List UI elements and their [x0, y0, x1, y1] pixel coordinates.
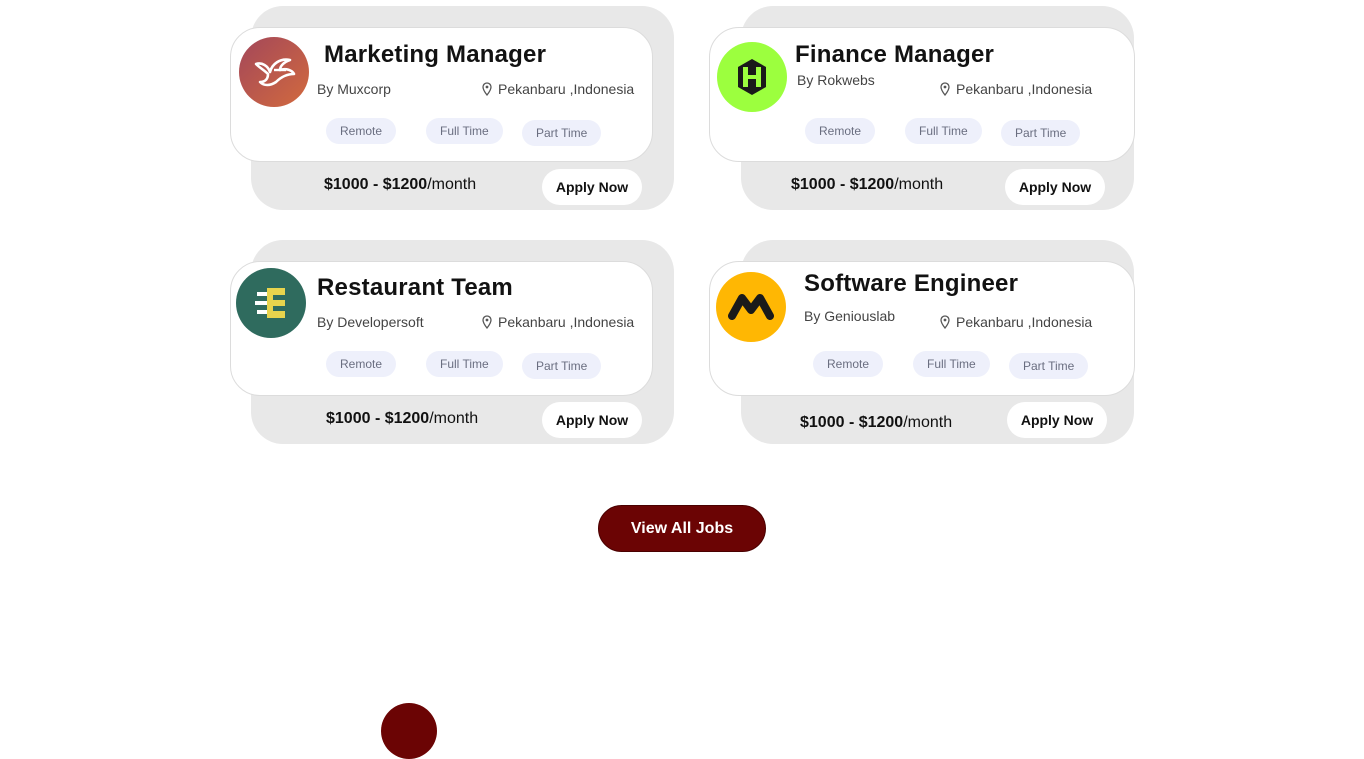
location-text: Pekanbaru ,Indonesia — [498, 314, 635, 330]
job-card-finance-manager: Finance Manager By Rokwebs Pekanbaru ,In… — [709, 6, 1153, 210]
tag-full-time: Full Time — [426, 118, 503, 144]
salary: $1000 - $1200/month — [800, 414, 952, 432]
job-title: Finance Manager — [795, 41, 995, 68]
apply-now-button[interactable]: Apply Now — [542, 169, 642, 205]
company-name: By Geniouslab — [804, 308, 896, 324]
job-location: Pekanbaru ,Indonesia — [940, 314, 1092, 330]
job-card-restaurant-team: Restaurant Team By Developersoft Pekanba… — [230, 240, 674, 444]
tag-part-time: Part Time — [522, 120, 602, 146]
salary: $1000 - $1200/month — [324, 176, 476, 194]
partial-circle-decoration — [381, 703, 437, 759]
apply-now-button[interactable]: Apply Now — [1007, 402, 1107, 438]
salary-unit: /month — [429, 410, 479, 427]
m-shape-logo-icon — [728, 294, 774, 320]
salary-unit: /month — [894, 176, 944, 193]
company-logo-developersoft — [236, 268, 306, 338]
tag-remote: Remote — [805, 118, 876, 144]
tag-remote: Remote — [326, 351, 397, 377]
salary: $1000 - $1200/month — [791, 176, 943, 194]
company-name: By Developersoft — [317, 314, 424, 330]
location-text: Pekanbaru ,Indonesia — [956, 81, 1093, 97]
company-logo-rokwebs — [717, 42, 787, 112]
location-pin-icon — [482, 82, 492, 96]
salary-range: $1000 - $1200 — [324, 176, 428, 193]
salary-unit: /month — [427, 176, 477, 193]
apply-now-button[interactable]: Apply Now — [1005, 169, 1105, 205]
tag-full-time: Full Time — [905, 118, 982, 144]
salary-range: $1000 - $1200 — [791, 176, 895, 193]
location-text: Pekanbaru ,Indonesia — [956, 314, 1093, 330]
location-text: Pekanbaru ,Indonesia — [498, 81, 635, 97]
job-card-marketing-manager: Marketing Manager By Muxcorp Pekanbaru ,… — [230, 6, 674, 210]
bird-logo-icon — [254, 58, 296, 87]
job-location: Pekanbaru ,Indonesia — [482, 314, 634, 330]
tag-full-time: Full Time — [426, 351, 503, 377]
salary-range: $1000 - $1200 — [326, 410, 430, 427]
hexagon-logo-icon — [738, 59, 766, 95]
job-title: Restaurant Team — [317, 274, 513, 301]
salary-unit: /month — [903, 414, 953, 431]
location-pin-icon — [940, 315, 950, 329]
tag-remote: Remote — [813, 351, 884, 377]
location-pin-icon — [940, 82, 950, 96]
tag-full-time: Full Time — [913, 351, 990, 377]
job-location: Pekanbaru ,Indonesia — [482, 81, 634, 97]
job-title: Software Engineer — [804, 270, 1019, 297]
tag-part-time: Part Time — [522, 353, 602, 379]
location-pin-icon — [482, 315, 492, 329]
company-logo-muxcorp — [239, 37, 309, 107]
e-letter-logo-icon — [255, 288, 285, 318]
job-card-software-engineer: Software Engineer By Geniouslab Pekanbar… — [709, 240, 1153, 444]
tag-remote: Remote — [326, 118, 397, 144]
salary-range: $1000 - $1200 — [800, 414, 904, 431]
job-title: Marketing Manager — [324, 41, 547, 68]
salary: $1000 - $1200/month — [326, 410, 478, 428]
company-logo-geniouslab — [716, 272, 786, 342]
tag-part-time: Part Time — [1009, 353, 1089, 379]
view-all-jobs-button[interactable]: View All Jobs — [598, 505, 766, 552]
apply-now-button[interactable]: Apply Now — [542, 402, 642, 438]
tag-part-time: Part Time — [1001, 120, 1081, 146]
company-name: By Muxcorp — [317, 81, 391, 97]
job-location: Pekanbaru ,Indonesia — [940, 81, 1092, 97]
company-name: By Rokwebs — [797, 72, 875, 88]
